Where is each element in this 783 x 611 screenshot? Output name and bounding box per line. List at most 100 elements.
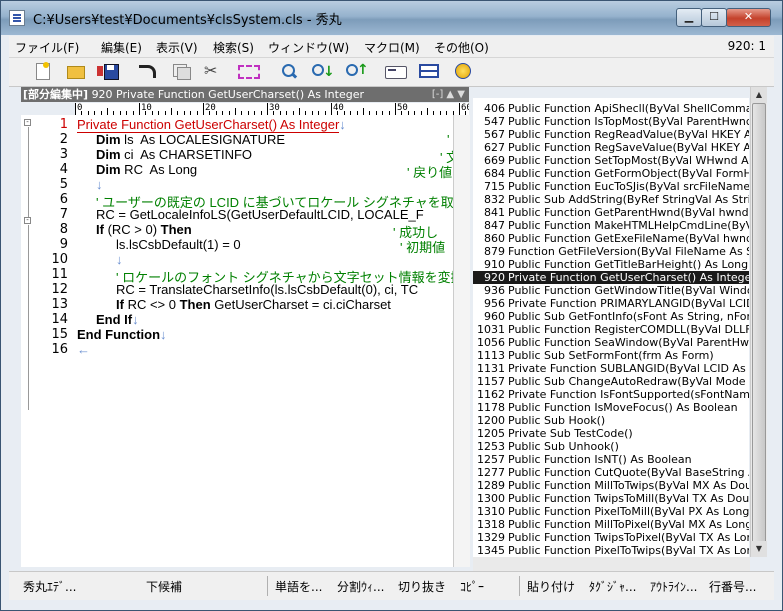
- fkey-5[interactable]: 切り抜き: [398, 578, 446, 595]
- outline-item[interactable]: 1157 Public Sub ChangeAutoRedraw(ByVal Mo…: [473, 375, 749, 388]
- grep-icon[interactable]: [385, 62, 407, 80]
- header-controls[interactable]: [-] ▲ ▼: [432, 87, 465, 102]
- find-down-icon[interactable]: ↓: [311, 62, 335, 80]
- outline-item[interactable]: 910 Public Function GetTitleBarHeight() A…: [473, 258, 749, 271]
- paste-icon[interactable]: [237, 62, 260, 80]
- outline-item[interactable]: 1277 Public Function CutQuote(ByVal BaseS…: [473, 466, 749, 479]
- outline-item[interactable]: 627 Public Function RegSaveValue(ByVal HK…: [473, 141, 749, 154]
- menu-other[interactable]: その他(O): [434, 39, 489, 56]
- outline-item[interactable]: 1318 Public Function MillToPixel(ByVal MX…: [473, 518, 749, 531]
- fold-toggle-icon[interactable]: -: [24, 217, 31, 224]
- outline-item-selected[interactable]: 920 Private Function GetUserCharset() As …: [473, 271, 749, 284]
- code-comment: ' 戻り値: [407, 165, 453, 180]
- outline-item[interactable]: 684 Public Function GetFormObject(ByVal F…: [473, 167, 749, 180]
- outline-item[interactable]: 1253 Public Sub Unhook(): [473, 440, 749, 453]
- menu-file[interactable]: ファイル(F): [15, 39, 79, 56]
- outline-item[interactable]: 567 Public Function RegReadValue(ByVal HK…: [473, 128, 749, 141]
- menu-macro[interactable]: マクロ(M): [364, 39, 420, 56]
- outline-item[interactable]: 847 Public Function MakeHTMLHelpCmdLine(B…: [473, 219, 749, 232]
- outline-item[interactable]: 1162 Private Function IsFontSupported(sFo…: [473, 388, 749, 401]
- code-editor[interactable]: Private Function GetUserCharset() As Int…: [75, 115, 453, 567]
- scroll-down-icon[interactable]: ▼: [751, 541, 767, 557]
- line-number: 9: [59, 237, 68, 252]
- code-text: RC = TranslateCharsetInfo(ls.lsCsbDefaul…: [116, 282, 419, 297]
- fkey-6[interactable]: ｺﾋﾟｰ: [460, 578, 484, 595]
- outline-item[interactable]: 1113 Public Sub SetFormFont(frm As Form): [473, 349, 749, 362]
- menu-edit[interactable]: 編集(E): [101, 39, 142, 56]
- fkey-9[interactable]: ｱｳﾄﾗｲﾝ...: [650, 578, 697, 595]
- menu-window[interactable]: ウィンドウ(W): [268, 39, 349, 56]
- outline-item[interactable]: 1300 Public Function TwipsToMill(ByVal TX…: [473, 492, 749, 505]
- outline-line-number: 1113: [477, 349, 505, 362]
- outline-item[interactable]: 1200 Public Sub Hook(): [473, 414, 749, 427]
- help-icon[interactable]: [453, 62, 473, 80]
- outline-line-number: 1056: [477, 336, 505, 349]
- outline-item[interactable]: 1131 Private Function SUBLANGID(ByVal LCI…: [473, 362, 749, 375]
- outline-item[interactable]: 547 Public Function IsTopMost(ByVal Paren…: [473, 115, 749, 128]
- outline-item[interactable]: 715 Public Function EucToSJis(ByVal srcFi…: [473, 180, 749, 193]
- outline-item[interactable]: 1310 Public Function PixelToMill(ByVal PX…: [473, 505, 749, 518]
- outline-item[interactable]: 406 Public Function ApiShecll(ByVal Shell…: [473, 102, 749, 115]
- outline-item[interactable]: 1205 Private Sub TestCode(): [473, 427, 749, 440]
- code-keyword: If: [96, 222, 104, 237]
- outline-item[interactable]: 1345 Public Function PixelToTwips(ByVal T…: [473, 544, 749, 557]
- outline-horizontal-scrollbar[interactable]: [473, 557, 750, 571]
- outline-item[interactable]: 1056 Public Function SeaWindow(ByVal Pare…: [473, 336, 749, 349]
- outline-item[interactable]: 956 Private Function PRIMARYLANGID(ByVal …: [473, 297, 749, 310]
- code-text: RC <> 0: [123, 297, 180, 312]
- cut-icon[interactable]: ✂: [204, 62, 224, 80]
- outline-item[interactable]: 860 Public Function GetExeFileName(ByVal …: [473, 232, 749, 245]
- outline-item-text: Private Function IsFontSupported(sFontNa…: [508, 388, 749, 401]
- outline-item[interactable]: 1289 Public Function MillToTwips(ByVal MX…: [473, 479, 749, 492]
- editor-vertical-scrollbar[interactable]: [453, 115, 470, 567]
- search-icon[interactable]: [279, 62, 299, 80]
- outline-item[interactable]: 879 Function GetFileVersion(ByVal FileNam…: [473, 245, 749, 258]
- fkey-1[interactable]: 秀丸ｴﾃﾞ...: [23, 578, 76, 595]
- scroll-thumb[interactable]: [752, 103, 766, 543]
- ruler-tick: [171, 108, 172, 115]
- code-keyword: Dim: [96, 132, 121, 147]
- title-bar[interactable]: C:¥Users¥test¥Documents¥clsSystem.cls - …: [1, 1, 782, 35]
- fkey-7[interactable]: 貼り付け: [527, 578, 575, 595]
- menu-search[interactable]: 検索(S): [213, 39, 254, 56]
- outline-item[interactable]: 1257 Public Function IsNT() As Boolean: [473, 453, 749, 466]
- ruler-tick: [299, 108, 300, 115]
- undo-icon[interactable]: [137, 62, 157, 80]
- line-number-gutter[interactable]: - - 1 2 3 4 5 6 7 8 9 10 11 12 13 14 15 …: [21, 115, 75, 567]
- fkey-4[interactable]: 分割ｳｨ...: [337, 578, 384, 595]
- outline-item[interactable]: 960 Public Sub GetFontInfo(sFont As Strin…: [473, 310, 749, 323]
- close-button[interactable]: ✕: [726, 8, 771, 27]
- line-number: 14: [51, 312, 68, 327]
- minimize-button[interactable]: ▁: [676, 8, 702, 27]
- fkey-3[interactable]: 単語を...: [275, 578, 322, 595]
- outline-item[interactable]: 1031 Public Function RegisterCOMDLL(ByVal…: [473, 323, 749, 336]
- outline-item-text: Public Function PixelToTwips(ByVal TX As…: [508, 544, 749, 557]
- fkey-10[interactable]: 行番号...: [709, 578, 756, 595]
- code-line: If (RC > 0) Then: [96, 222, 192, 237]
- maximize-button[interactable]: ☐: [701, 8, 727, 27]
- fold-toggle-icon[interactable]: -: [24, 119, 31, 126]
- outline-vertical-scrollbar[interactable]: ▲ ▼: [750, 87, 767, 557]
- find-up-icon[interactable]: ↑: [345, 62, 369, 80]
- outline-line-number: 1318: [477, 518, 505, 531]
- save-icon[interactable]: [97, 62, 119, 80]
- outline-item[interactable]: 1329 Public Function TwipsToPixel(ByVal T…: [473, 531, 749, 544]
- outline-item[interactable]: 841 Public Function GetParentHwnd(ByVal h…: [473, 206, 749, 219]
- fkey-2[interactable]: 下候補: [146, 578, 182, 595]
- outline-list[interactable]: 406 Public Function ApiShecll(ByVal Shell…: [473, 98, 749, 557]
- outline-item[interactable]: 1178 Public Function IsMoveFocus() As Boo…: [473, 401, 749, 414]
- split-window-icon[interactable]: [419, 62, 439, 80]
- menu-view[interactable]: 表示(V): [156, 39, 198, 56]
- outline-item-text: Public Sub AddString(ByRef StringVal As …: [508, 193, 749, 206]
- scroll-up-icon[interactable]: ▲: [751, 87, 767, 103]
- fkey-8[interactable]: ﾀｸﾞｼﾞｬ...: [589, 578, 636, 595]
- open-folder-icon[interactable]: [65, 62, 85, 80]
- outline-item[interactable]: 832 Public Sub AddString(ByRef StringVal …: [473, 193, 749, 206]
- new-file-icon[interactable]: [33, 62, 53, 80]
- outline-item[interactable]: 936 Public Function GetWindowTitle(ByVal …: [473, 284, 749, 297]
- outline-item[interactable]: 669 Public Function SetTopMost(ByVal WHwn…: [473, 154, 749, 167]
- app-icon[interactable]: [9, 10, 25, 26]
- copy-icon[interactable]: [171, 62, 191, 80]
- outline-item-text: Public Function IsMoveFocus() As Boolean: [508, 401, 738, 414]
- outline-line-number: 1205: [477, 427, 505, 440]
